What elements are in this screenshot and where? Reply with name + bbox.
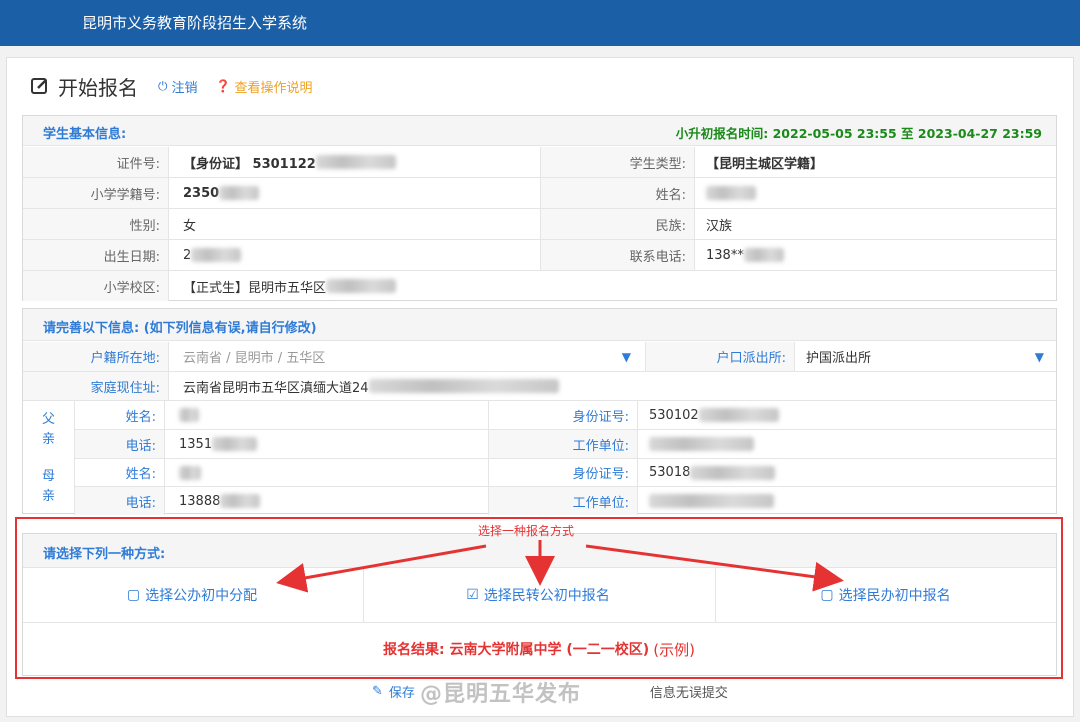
submit-button[interactable]: 信息无误提交	[650, 682, 728, 701]
annotation-arrows	[276, 540, 844, 593]
arrow-left	[276, 544, 487, 593]
save-icon: ✎	[372, 684, 383, 699]
save-button[interactable]: ✎ 保存	[372, 682, 415, 701]
watermark: @昆明五华发布	[420, 682, 582, 707]
save-label: 保存	[388, 686, 415, 701]
arrow-right	[585, 544, 844, 592]
